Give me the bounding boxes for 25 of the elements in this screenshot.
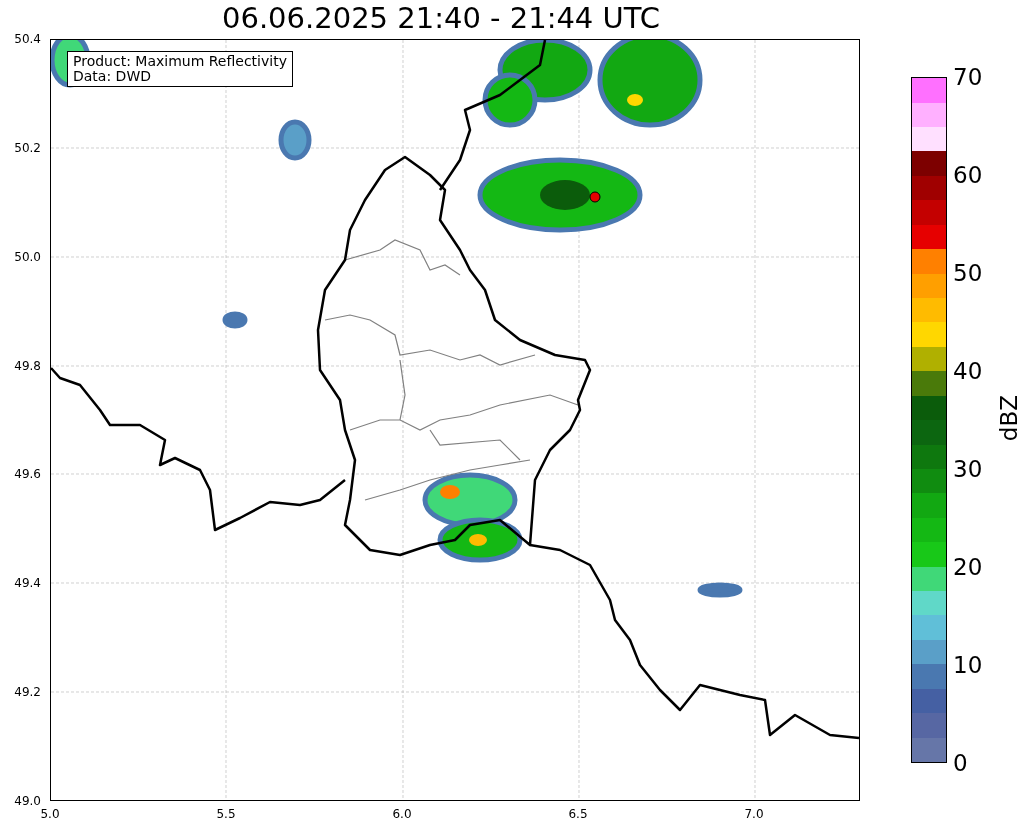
axis-tick-label: 49.6 — [13, 467, 42, 482]
axis-tick-label: 50.4 — [13, 32, 42, 46]
colorbar-tick-label: 60 — [953, 162, 983, 188]
info-text: Data: DWD — [73, 69, 152, 84]
chart-title: 06.06.2025 21:40 - 21:44 UTC — [222, 2, 661, 34]
colorbar-tick-label: 30 — [953, 456, 983, 482]
colorbar-tick-label: 10 — [953, 652, 983, 678]
colorbar-tick-label: 50 — [953, 260, 983, 286]
colorbar-tick-label: 0 — [953, 750, 969, 776]
colorbar-tick-label: 20 — [953, 554, 983, 580]
colorbar-tick-label: 70 — [953, 64, 983, 90]
axis-tick-label: 49.2 — [13, 685, 42, 700]
axis-tick-label: 7.0 — [743, 806, 765, 823]
info-text: Product: Maximum Reflectivity — [73, 54, 287, 69]
colorbar-tick-label: 40 — [953, 358, 983, 384]
axis-tick-label: 49.8 — [13, 358, 42, 373]
colorbar-label: dBZ — [996, 395, 1023, 442]
axis-tick-label: 6.0 — [391, 806, 413, 823]
axis-tick-label: 50.0 — [13, 249, 42, 264]
axis-tick-label: 49.0 — [13, 793, 41, 808]
axis-tick-label: 50.2 — [13, 140, 42, 155]
axis-tick-label: 5.5 — [215, 806, 237, 823]
axis-tick-label: 6.5 — [567, 806, 589, 823]
axis-tick-label: 5.0 — [39, 806, 61, 823]
axis-tick-label: 49.4 — [13, 576, 42, 591]
